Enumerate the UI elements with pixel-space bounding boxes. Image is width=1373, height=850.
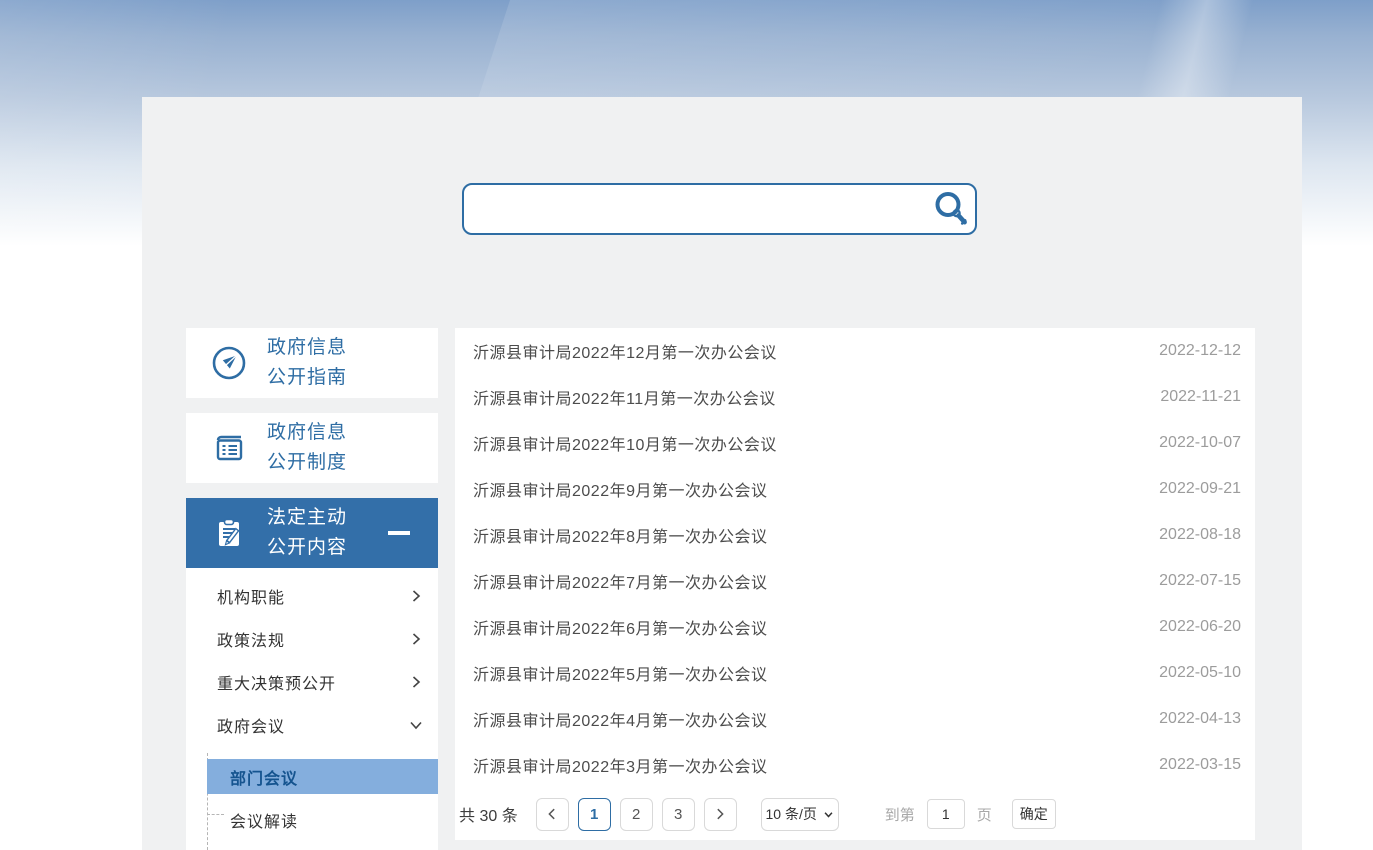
collapse-minus-icon[interactable] <box>388 531 410 535</box>
page-button-2[interactable]: 2 <box>620 798 653 831</box>
list-item-date: 2022-08-18 <box>1159 526 1241 544</box>
goto-unit-label: 页 <box>977 804 992 825</box>
submenu-item-org-functions[interactable]: 机构职能 <box>186 574 438 617</box>
next-page-button[interactable] <box>704 798 737 831</box>
content-area: 政府信息 公开指南 政府信息 公开制度 <box>142 97 1302 850</box>
sidebar: 政府信息 公开指南 政府信息 公开制度 <box>186 328 438 850</box>
chevron-down-icon <box>823 809 834 820</box>
submenu-item-policies[interactable]: 政策法规 <box>186 617 438 660</box>
list-item: 沂源县审计局2022年8月第一次办公会议 2022-08-18 <box>455 512 1255 558</box>
list-item-date: 2022-04-13 <box>1159 710 1241 728</box>
confirm-button[interactable]: 确定 <box>1012 799 1056 829</box>
list-item: 沂源县审计局2022年9月第一次办公会议 2022-09-21 <box>455 466 1255 512</box>
list-item-title[interactable]: 沂源县审计局2022年3月第一次办公会议 <box>473 753 768 777</box>
list-item: 沂源县审计局2022年6月第一次办公会议 2022-06-20 <box>455 604 1255 650</box>
sidebar-submenu: 机构职能 政策法规 重大决策预公开 政府会议 <box>186 568 438 850</box>
submenu-child-meeting-interpretation[interactable]: 会议解读 <box>207 800 438 840</box>
sidebar-item-statutory-disclosure[interactable]: 法定主动 公开内容 <box>186 498 438 568</box>
page-button-1[interactable]: 1 <box>578 798 611 831</box>
list-item-date: 2022-03-15 <box>1159 756 1241 774</box>
list-item-date: 2022-10-07 <box>1159 434 1241 452</box>
list-item: 沂源县审计局2022年5月第一次办公会议 2022-05-10 <box>455 650 1255 696</box>
sidebar-item-label: 政府信息 公开指南 <box>267 333 347 393</box>
list-item-title[interactable]: 沂源县审计局2022年10月第一次办公会议 <box>473 431 777 455</box>
search-icon <box>931 189 971 229</box>
pagination-bar: 共 30 条 1 2 3 10 条/页 到第 <box>455 788 1255 840</box>
chevron-down-icon <box>408 717 424 733</box>
sidebar-item-gov-info-guide[interactable]: 政府信息 公开指南 <box>186 328 438 398</box>
list-item: 沂源县审计局2022年4月第一次办公会议 2022-04-13 <box>455 696 1255 742</box>
submenu-child-department-meetings[interactable]: 部门会议 <box>207 759 438 794</box>
list-item-title[interactable]: 沂源县审计局2022年5月第一次办公会议 <box>473 661 768 685</box>
list-item-title[interactable]: 沂源县审计局2022年7月第一次办公会议 <box>473 569 768 593</box>
total-count-label: 共 30 条 <box>459 802 518 826</box>
news-list: 沂源县审计局2022年12月第一次办公会议 2022-12-12 沂源县审计局2… <box>455 328 1255 788</box>
list-item-date: 2022-09-21 <box>1159 480 1241 498</box>
submenu-item-gov-meetings[interactable]: 政府会议 <box>186 703 438 746</box>
search-input[interactable] <box>464 185 927 233</box>
sidebar-item-label: 政府信息 公开制度 <box>267 418 347 478</box>
list-item-title[interactable]: 沂源县审计局2022年11月第一次办公会议 <box>473 385 776 409</box>
goto-label: 到第 <box>885 804 915 825</box>
page-button-3[interactable]: 3 <box>662 798 695 831</box>
chevron-left-icon <box>545 807 559 821</box>
list-item-date: 2022-07-15 <box>1159 572 1241 590</box>
list-item-title[interactable]: 沂源县审计局2022年4月第一次办公会议 <box>473 707 768 731</box>
goto-page-group: 到第 页 确定 <box>885 799 1056 829</box>
submenu-item-major-decisions[interactable]: 重大决策预公开 <box>186 660 438 703</box>
clipboard-icon <box>210 514 248 552</box>
sidebar-item-gov-info-system[interactable]: 政府信息 公开制度 <box>186 413 438 483</box>
search-button[interactable] <box>927 185 975 233</box>
list-item: 沂源县审计局2022年3月第一次办公会议 2022-03-15 <box>455 742 1255 788</box>
page-size-select[interactable]: 10 条/页 <box>761 798 839 831</box>
goto-page-input[interactable] <box>927 799 965 829</box>
list-item-date: 2022-11-21 <box>1160 388 1241 406</box>
search-box <box>462 183 977 235</box>
prev-page-button[interactable] <box>536 798 569 831</box>
chevron-right-icon <box>408 588 424 604</box>
list-item-title[interactable]: 沂源县审计局2022年12月第一次办公会议 <box>473 339 777 363</box>
list-item-title[interactable]: 沂源县审计局2022年9月第一次办公会议 <box>473 477 768 501</box>
list-panel: 沂源县审计局2022年12月第一次办公会议 2022-12-12 沂源县审计局2… <box>455 328 1255 840</box>
list-item-title[interactable]: 沂源县审计局2022年8月第一次办公会议 <box>473 523 768 547</box>
list-item: 沂源县审计局2022年12月第一次办公会议 2022-12-12 <box>455 328 1255 374</box>
list-item-date: 2022-05-10 <box>1159 664 1241 682</box>
chevron-right-icon <box>408 674 424 690</box>
chevron-right-icon <box>713 807 727 821</box>
list-item: 沂源县审计局2022年7月第一次办公会议 2022-07-15 <box>455 558 1255 604</box>
list-item: 沂源县审计局2022年11月第一次办公会议 2022-11-21 <box>455 374 1255 420</box>
list-item-date: 2022-06-20 <box>1159 618 1241 636</box>
book-icon <box>210 429 248 467</box>
chevron-right-icon <box>408 631 424 647</box>
sidebar-item-label: 法定主动 公开内容 <box>267 503 347 563</box>
list-item-date: 2022-12-12 <box>1159 342 1241 360</box>
compass-icon <box>210 344 248 382</box>
list-item: 沂源县审计局2022年10月第一次办公会议 2022-10-07 <box>455 420 1255 466</box>
list-item-title[interactable]: 沂源县审计局2022年6月第一次办公会议 <box>473 615 768 639</box>
